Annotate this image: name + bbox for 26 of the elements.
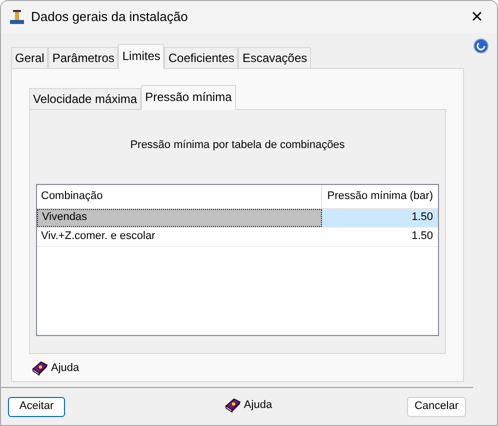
help-link[interactable]: Ajuda xyxy=(31,360,80,376)
help-icon[interactable] xyxy=(472,38,488,54)
table-cell-text: Viv.+Z.comer. e escolar xyxy=(40,229,156,244)
tab[interactable]: Coeficientes xyxy=(164,47,238,68)
help-book-icon xyxy=(224,397,241,413)
tab[interactable]: Pressão mínima xyxy=(141,85,236,110)
window-title: Dados gerais da instalação xyxy=(31,8,188,26)
app-icon xyxy=(9,9,25,25)
table-row[interactable]: Viv.+Z.comer. e escolar 1.50 xyxy=(37,228,438,246)
table-heading: Pressão mínima por tabela de combinações xyxy=(129,138,346,153)
help-link[interactable]: Ajuda xyxy=(224,396,272,414)
help-book-icon xyxy=(31,360,48,376)
cancel-button[interactable]: Cancelar xyxy=(406,396,466,416)
table-row[interactable]: Vivendas 1.50 xyxy=(37,208,438,228)
table-cell: 1.50 xyxy=(322,208,438,226)
table-cell-text: 1.50 xyxy=(410,229,434,244)
tab[interactable]: Limites xyxy=(118,44,164,69)
tab[interactable]: Geral xyxy=(11,47,48,68)
table-cell: Vivendas xyxy=(37,208,322,226)
accept-button[interactable]: Aceitar xyxy=(8,396,65,416)
column-header[interactable]: Pressão mínima (bar) xyxy=(322,188,438,204)
tab[interactable]: Parâmetros xyxy=(48,47,118,68)
tab[interactable]: Velocidade máxima xyxy=(29,88,142,109)
column-header[interactable]: Combinação xyxy=(37,184,322,208)
tab[interactable]: Escavações xyxy=(238,47,312,68)
close-button[interactable]: × xyxy=(457,1,497,33)
